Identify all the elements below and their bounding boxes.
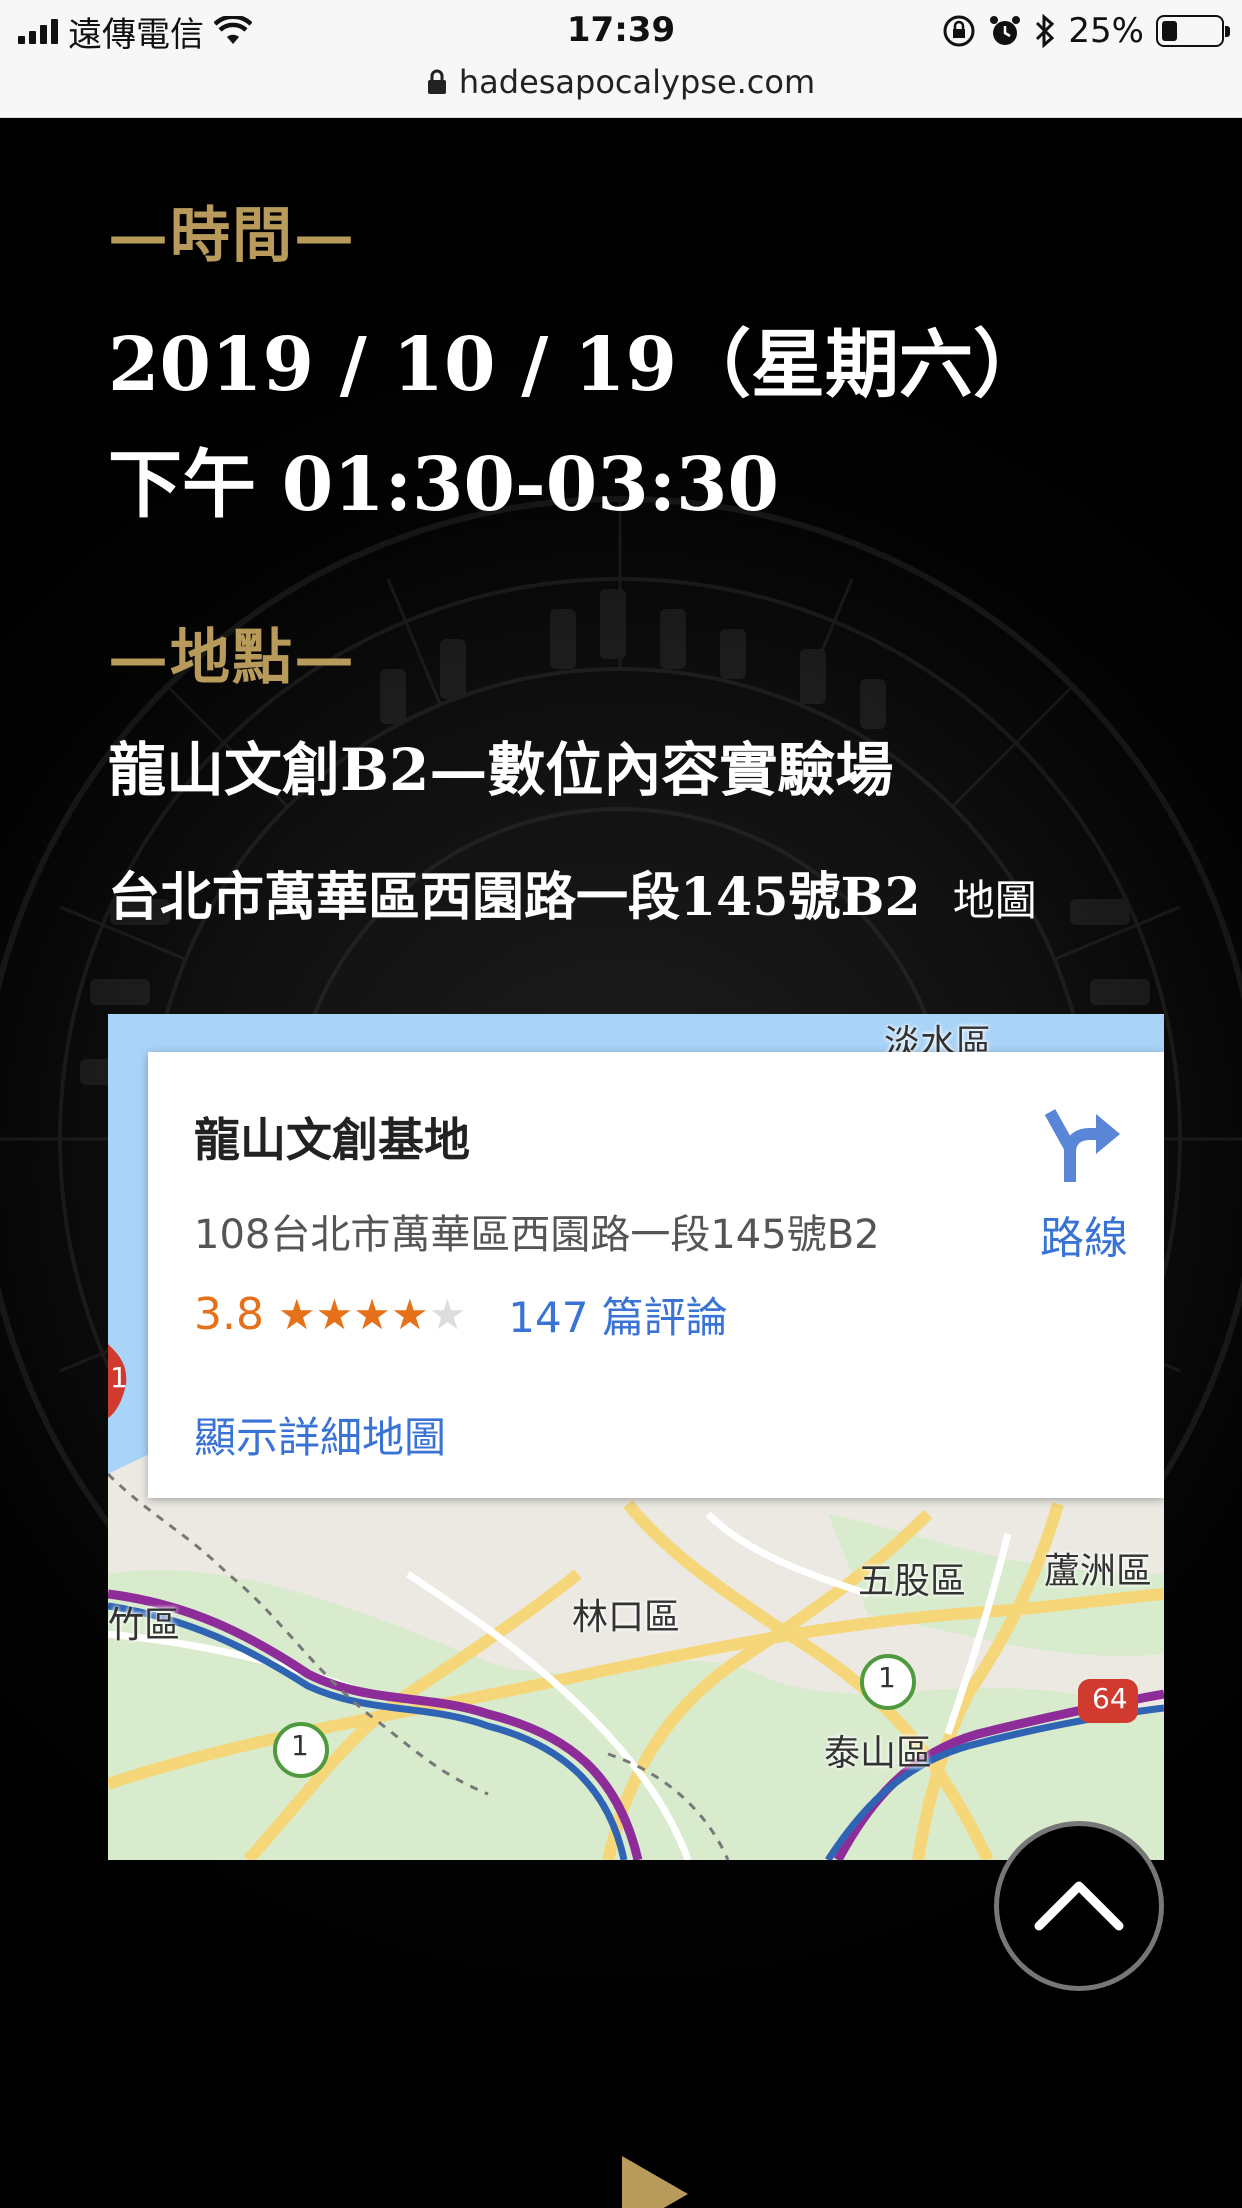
star-icon: ★ bbox=[390, 1290, 429, 1339]
map-link[interactable]: 地圖 bbox=[953, 876, 1037, 925]
reviews-link[interactable]: 147 篇評論 bbox=[508, 1284, 728, 1345]
battery-icon bbox=[1156, 15, 1230, 47]
directions-icon[interactable] bbox=[1044, 1104, 1124, 1184]
battery-percent: 25% bbox=[1068, 11, 1144, 51]
directions-label[interactable]: 路線 bbox=[1040, 1202, 1128, 1266]
alarm-icon bbox=[990, 16, 1021, 45]
url-text[interactable]: hadesapocalypse.com bbox=[459, 63, 815, 101]
scroll-to-top-button[interactable] bbox=[994, 1821, 1164, 1991]
venue-name: 龍山文創B2—數位內容實驗場 bbox=[108, 736, 894, 804]
map-shield-1c: 1 bbox=[110, 1361, 128, 1394]
address-bar[interactable]: hadesapocalypse.com bbox=[0, 60, 1242, 104]
time-heading: —時間— bbox=[108, 201, 356, 271]
event-date: 2019 / 10 / 19（星期六） bbox=[108, 322, 1048, 408]
map-shield-1a: 1 bbox=[291, 1729, 309, 1762]
star-icon: ★ bbox=[277, 1290, 316, 1339]
rating-value: 3.8 bbox=[194, 1289, 264, 1340]
rating-row: 3.8 ★★★★★ 147 篇評論 bbox=[194, 1284, 728, 1345]
rotation-lock-icon bbox=[943, 15, 975, 47]
lock-icon bbox=[427, 69, 446, 94]
view-larger-map-link[interactable]: 顯示詳細地圖 bbox=[194, 1404, 446, 1465]
google-map-embed[interactable]: 淡水區 五股區 蘆洲區 林口區 泰山區 竹區 1 1 1 64 龍山文創基地 1… bbox=[108, 1014, 1164, 1860]
play-icon[interactable] bbox=[620, 2154, 690, 2208]
location-heading: —地點— bbox=[108, 623, 356, 693]
event-time: 下午 01:30-03:30 bbox=[108, 442, 780, 528]
star-icon: ★ bbox=[315, 1290, 354, 1339]
map-shield-1b: 1 bbox=[878, 1661, 896, 1694]
place-info-card: 龍山文創基地 108台北市萬華區西園路一段145號B2 3.8 ★★★★★ 14… bbox=[148, 1052, 1164, 1498]
star-icon: ★ bbox=[428, 1290, 467, 1339]
map-label-luzhou: 蘆洲區 bbox=[1044, 1551, 1153, 1592]
page-content: —時間— 2019 / 10 / 19（星期六） 下午 01:30-03:30 … bbox=[0, 119, 1242, 2208]
map-shield-64: 64 bbox=[1092, 1682, 1128, 1715]
map-label-zhuwei: 竹區 bbox=[108, 1605, 181, 1646]
star-icon: ★ bbox=[353, 1290, 391, 1339]
place-name: 龍山文創基地 bbox=[194, 1113, 470, 1167]
chevron-up-icon bbox=[1034, 1881, 1124, 1931]
venue-address-row: 台北市萬華區西園路一段145號B2 地圖 bbox=[108, 855, 1037, 930]
rating-stars: ★★★★★ bbox=[278, 1289, 466, 1340]
venue-address: 台北市萬華區西園路一段145號B2 bbox=[108, 867, 921, 928]
map-label-linkou: 林口區 bbox=[572, 1597, 681, 1638]
place-address: 108台北市萬華區西園路一段145號B2 bbox=[194, 1212, 880, 1258]
map-label-wugu: 五股區 bbox=[858, 1561, 967, 1602]
map-label-taishan: 泰山區 bbox=[824, 1733, 933, 1774]
bluetooth-icon bbox=[1036, 14, 1055, 48]
browser-status-bar: 遠傳電信 17:39 25% hadesapocalypse.com bbox=[0, 0, 1242, 118]
status-right: 25% bbox=[942, 10, 1230, 52]
